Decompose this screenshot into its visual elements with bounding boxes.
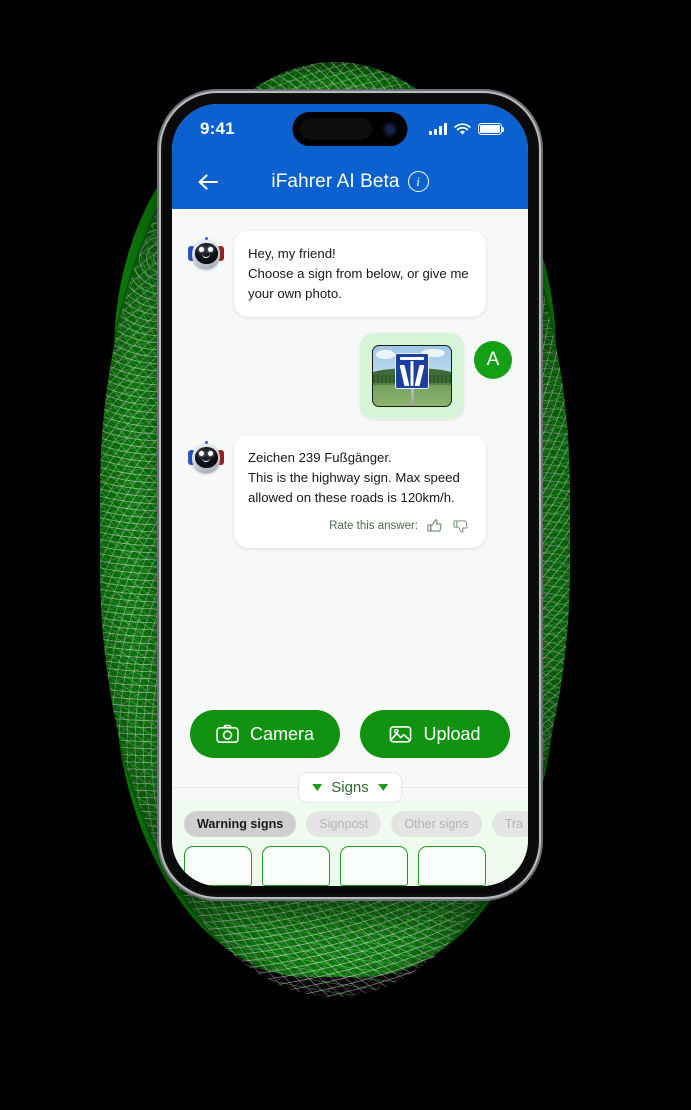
upload-button[interactable]: Upload: [360, 710, 510, 758]
status-bar-icons: [429, 122, 505, 136]
robot-eye-right: [207, 450, 213, 456]
chat-message-bot-1: Hey, my friend! Choose a sign from below…: [188, 231, 512, 318]
sign-tab-warning-signs[interactable]: Warning signs: [184, 811, 297, 837]
info-icon[interactable]: i: [407, 171, 429, 192]
image-message-bubble[interactable]: [360, 333, 464, 420]
signs-toggle-label: Signs: [331, 779, 369, 796]
chat-message-list: Hey, my friend! Choose a sign from below…: [172, 209, 528, 700]
triangle-down-icon-left: [312, 784, 323, 791]
signs-toggle-bar: Signs: [172, 772, 528, 803]
dynamic-island-pill: [299, 118, 373, 140]
robot-face: [194, 446, 218, 468]
robot-eye-left: [198, 246, 204, 252]
message-bubble: Zeichen 239 Fußgänger. This is the highw…: [234, 435, 486, 549]
header-region: 9:41 iFahrer AI Beta i: [172, 104, 528, 209]
sign-card-4[interactable]: [418, 846, 486, 886]
phone-frame: 9:41 iFahrer AI Beta i Hey, my friend! C…: [163, 95, 537, 895]
autobahn-sign-glyph: [395, 353, 429, 390]
navigation-bar: iFahrer AI Beta i: [172, 154, 528, 209]
cellular-bars-icon: [429, 123, 447, 135]
robot-eye-right: [207, 246, 213, 252]
message-text: Zeichen 239 Fußgänger. This is the highw…: [248, 450, 460, 506]
robot-face: [194, 242, 218, 264]
message-text: Hey, my friend! Choose a sign from below…: [248, 246, 469, 302]
back-arrow-icon[interactable]: [194, 168, 222, 196]
user-avatar: A: [474, 341, 512, 380]
robot-avatar-icon: [188, 237, 224, 271]
battery-icon: [478, 123, 505, 135]
autobahn-sign-photo: [372, 345, 452, 408]
status-bar: 9:41: [172, 104, 528, 154]
status-bar-clock: 9:41: [200, 119, 235, 138]
camera-button[interactable]: Camera: [190, 710, 340, 758]
chat-message-user: A: [188, 333, 512, 420]
chat-message-bot-2: Zeichen 239 Fußgänger. This is the highw…: [188, 435, 512, 549]
sign-card-row: [172, 846, 528, 886]
sign-category-tabs: Warning signs Signpost Other signs Tra: [172, 811, 528, 846]
front-camera-icon: [383, 122, 397, 136]
sign-tab-traffic[interactable]: Tra: [491, 811, 528, 837]
robot-avatar-icon: [188, 441, 224, 475]
triangle-down-icon-right: [377, 784, 388, 791]
sign-card-3[interactable]: [340, 846, 408, 886]
sign-card-2[interactable]: [262, 846, 330, 886]
screenshot-stage: 9:41 iFahrer AI Beta i Hey, my friend! C…: [0, 0, 691, 1110]
action-button-row: Camera Upload: [172, 700, 528, 772]
sign-tab-signpost[interactable]: Signpost: [306, 811, 382, 837]
robot-antenna: [204, 237, 208, 240]
robot-eye-left: [198, 450, 204, 456]
camera-icon: [216, 724, 239, 744]
thumbs-up-icon[interactable]: [426, 517, 444, 535]
camera-button-label: Camera: [249, 723, 315, 744]
signs-toggle-button[interactable]: Signs: [298, 772, 402, 803]
sign-card-1[interactable]: [184, 846, 252, 886]
upload-button-label: Upload: [423, 723, 481, 744]
page-title-container: iFahrer AI Beta i: [172, 171, 528, 193]
page-title: iFahrer AI Beta: [271, 170, 400, 192]
message-bubble: Hey, my friend! Choose a sign from below…: [234, 231, 486, 318]
signs-panel: Warning signs Signpost Other signs Tra: [172, 802, 528, 886]
robot-antenna: [204, 441, 208, 445]
rate-answer-row: Rate this answer:: [248, 517, 470, 535]
sign-tab-other-signs[interactable]: Other signs: [391, 811, 482, 837]
image-upload-icon: [390, 726, 412, 743]
phone-screen: 9:41 iFahrer AI Beta i Hey, my friend! C…: [172, 104, 528, 886]
dynamic-island: [292, 112, 408, 146]
wifi-icon: [454, 122, 471, 135]
rate-answer-label: Rate this answer:: [329, 520, 418, 533]
thumbs-down-icon[interactable]: [452, 517, 470, 535]
